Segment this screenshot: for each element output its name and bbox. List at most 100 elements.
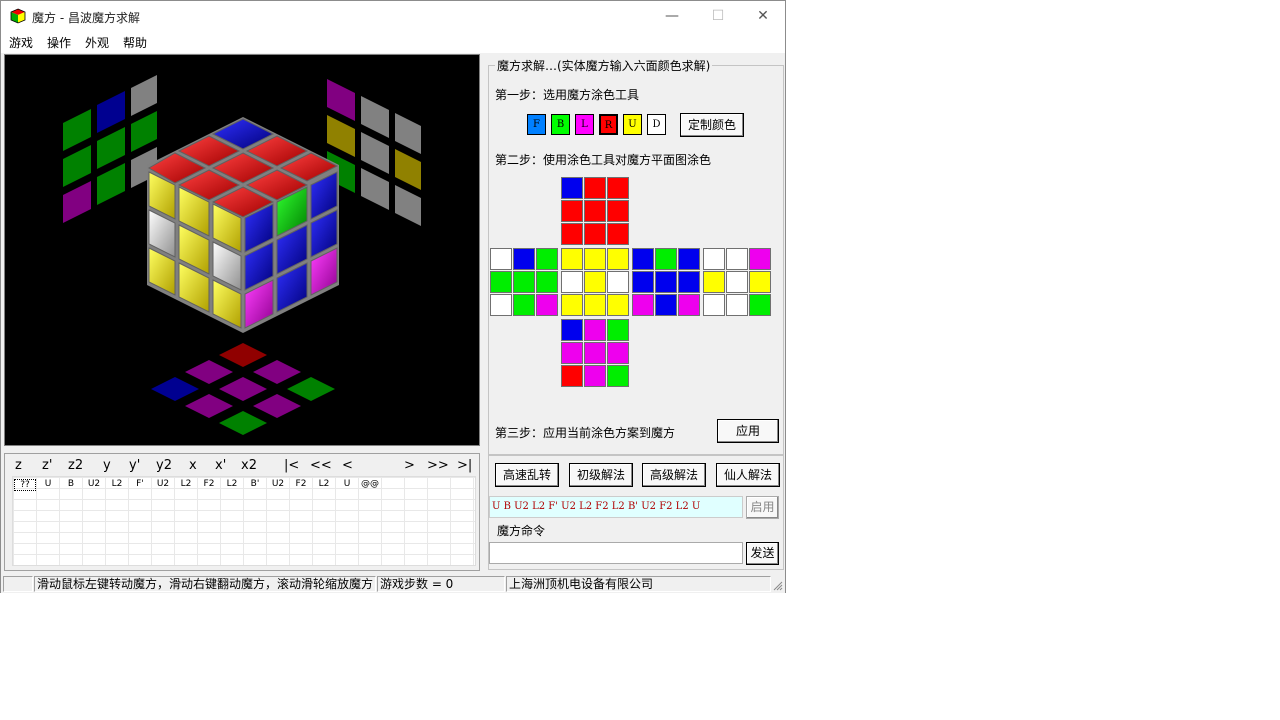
move-z-button[interactable]: z (15, 458, 22, 473)
net-cell-down[interactable] (607, 365, 629, 387)
net-cell-front[interactable] (584, 248, 606, 270)
history-cell[interactable]: U2 (83, 479, 105, 489)
history-cell[interactable]: B' (244, 479, 266, 489)
history-cell[interactable]: L2 (221, 479, 243, 489)
move-x-button[interactable]: x (189, 458, 197, 473)
solution-sequence-field[interactable]: U B U2 L2 F' U2 L2 F2 L2 B' U2 F2 L2 U (489, 496, 743, 518)
history-cell[interactable]: F' (129, 479, 151, 489)
history-cell[interactable]: U2 (152, 479, 174, 489)
command-input[interactable] (489, 542, 743, 564)
net-cell-left[interactable] (536, 248, 558, 270)
net-cell-down[interactable] (561, 319, 583, 341)
history-cell[interactable]: U (336, 479, 358, 489)
net-cell-back[interactable] (703, 248, 725, 270)
history-cell[interactable]: L2 (106, 479, 128, 489)
history-cell[interactable]: L2 (175, 479, 197, 489)
last-step-button[interactable]: >| (457, 458, 472, 473)
net-cell-up[interactable] (561, 223, 583, 245)
fast-scramble-button[interactable]: 高速乱转 (495, 463, 559, 487)
color-tool-r[interactable]: R (599, 114, 618, 135)
net-cell-back[interactable] (703, 271, 725, 293)
history-cell[interactable]: L2 (313, 479, 335, 489)
close-button[interactable]: ✕ (740, 1, 786, 31)
net-cell-down[interactable] (584, 342, 606, 364)
move-z2-button[interactable]: z2 (68, 458, 83, 473)
net-cell-left[interactable] (490, 271, 512, 293)
menu-appearance[interactable]: 外观 (85, 34, 109, 51)
net-cell-up[interactable] (607, 223, 629, 245)
fast-forward-button[interactable]: >> (427, 458, 449, 473)
history-cell[interactable]: @@ (359, 479, 381, 489)
net-cell-right[interactable] (632, 271, 654, 293)
custom-color-button[interactable]: 定制颜色 (680, 113, 744, 137)
rewind-button[interactable]: << (310, 458, 332, 473)
net-cell-left[interactable] (513, 248, 535, 270)
net-cell-down[interactable] (607, 319, 629, 341)
move-x-prime-button[interactable]: x' (215, 458, 226, 473)
net-cell-down[interactable] (561, 342, 583, 364)
color-tool-d[interactable]: D (647, 114, 666, 135)
net-cell-back[interactable] (726, 294, 748, 316)
history-cell[interactable]: B (60, 479, 82, 489)
net-cell-right[interactable] (632, 294, 654, 316)
enable-button[interactable]: 启用 (746, 496, 779, 519)
history-cell[interactable]: U (37, 479, 59, 489)
net-cell-front[interactable] (561, 271, 583, 293)
move-y-prime-button[interactable]: y' (129, 458, 140, 473)
net-cell-up[interactable] (607, 177, 629, 199)
net-cell-back[interactable] (749, 248, 771, 270)
minimize-button[interactable]: — (649, 1, 695, 31)
net-cell-left[interactable] (536, 294, 558, 316)
send-button[interactable]: 发送 (746, 542, 779, 565)
net-cell-front[interactable] (584, 294, 606, 316)
first-step-button[interactable]: |< (284, 458, 299, 473)
advanced-solve-button[interactable]: 高级解法 (642, 463, 706, 487)
net-cell-right[interactable] (655, 294, 677, 316)
net-cell-left[interactable] (490, 294, 512, 316)
history-cell[interactable]: U2 (267, 479, 289, 489)
prev-step-button[interactable]: < (342, 458, 353, 473)
menu-operate[interactable]: 操作 (47, 34, 71, 51)
net-cell-front[interactable] (584, 271, 606, 293)
net-cell-right[interactable] (632, 248, 654, 270)
net-cell-up[interactable] (607, 200, 629, 222)
net-cell-down[interactable] (561, 365, 583, 387)
cube-3d-render[interactable] (5, 55, 480, 446)
net-cell-right[interactable] (678, 248, 700, 270)
net-cell-right[interactable] (655, 248, 677, 270)
beginner-solve-button[interactable]: 初级解法 (569, 463, 633, 487)
menu-game[interactable]: 游戏 (9, 34, 33, 51)
history-cell[interactable]: F2 (198, 479, 220, 489)
net-cell-front[interactable] (561, 248, 583, 270)
net-cell-left[interactable] (513, 271, 535, 293)
net-cell-down[interactable] (584, 319, 606, 341)
net-cell-down[interactable] (607, 342, 629, 364)
apply-button[interactable]: 应用 (717, 419, 779, 443)
net-cell-left[interactable] (513, 294, 535, 316)
move-z-prime-button[interactable]: z' (42, 458, 52, 473)
color-tool-u[interactable]: U (623, 114, 642, 135)
net-cell-back[interactable] (749, 294, 771, 316)
move-x2-button[interactable]: x2 (241, 458, 257, 473)
net-cell-up[interactable] (584, 177, 606, 199)
cube-3d-viewport[interactable] (4, 54, 480, 446)
net-cell-back[interactable] (726, 271, 748, 293)
net-cell-right[interactable] (678, 294, 700, 316)
net-cell-left[interactable] (490, 248, 512, 270)
net-cell-front[interactable] (561, 294, 583, 316)
move-y-button[interactable]: y (103, 458, 111, 473)
net-cell-front[interactable] (607, 271, 629, 293)
move-y2-button[interactable]: y2 (156, 458, 172, 473)
move-history-grid[interactable]: ?? U B U2 L2 F' U2 L2 F2 L2 B' U2 F2 L2 … (12, 476, 476, 566)
net-cell-up[interactable] (561, 200, 583, 222)
color-tool-b[interactable]: B (551, 114, 570, 135)
master-solve-button[interactable]: 仙人解法 (716, 463, 780, 487)
net-cell-back[interactable] (726, 248, 748, 270)
maximize-button[interactable]: ☐ (695, 1, 741, 31)
color-tool-l[interactable]: L (575, 114, 594, 135)
cube-net-editor[interactable] (490, 177, 774, 389)
net-cell-up[interactable] (584, 200, 606, 222)
history-cell[interactable]: F2 (290, 479, 312, 489)
net-cell-up[interactable] (561, 177, 583, 199)
color-tool-f[interactable]: F (527, 114, 546, 135)
